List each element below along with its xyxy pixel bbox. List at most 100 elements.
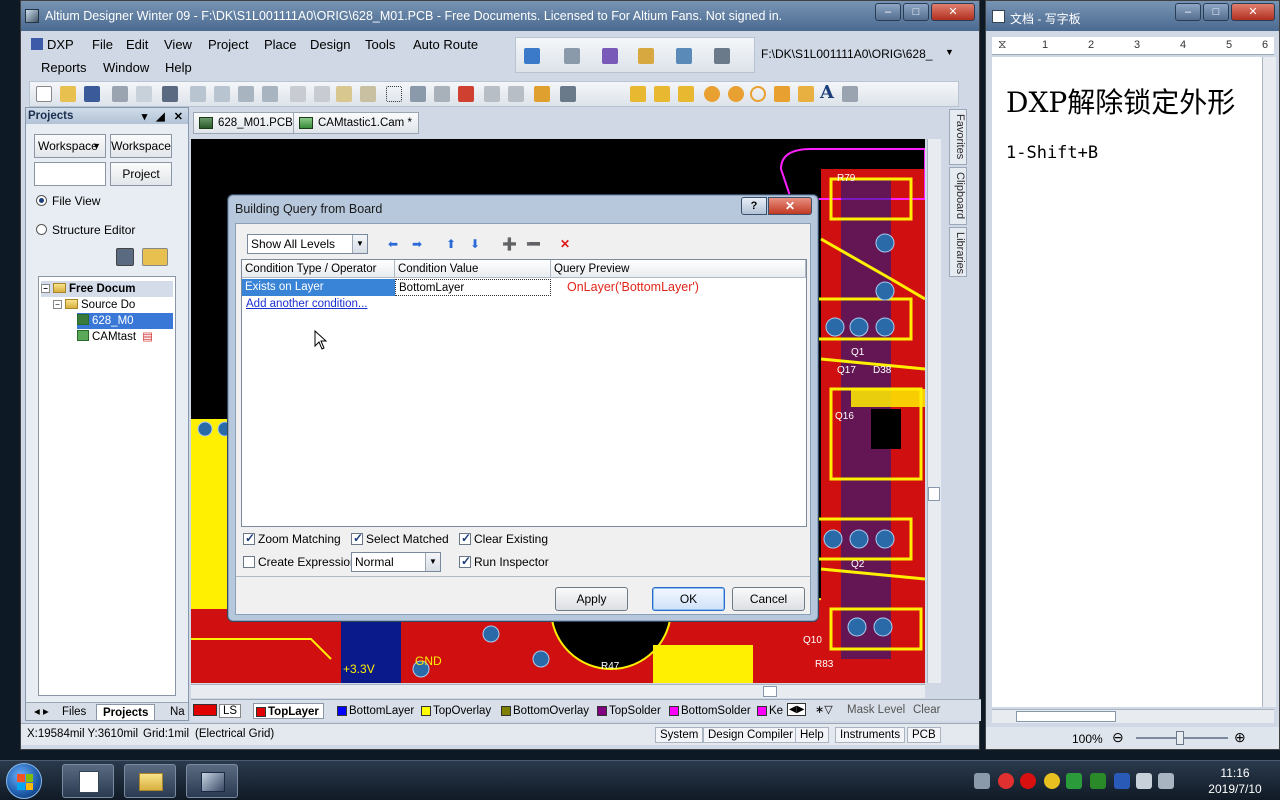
apply-button[interactable]: Apply [555, 587, 628, 611]
minimize-button[interactable]: – [875, 3, 901, 21]
bluetooth-icon[interactable] [1114, 773, 1130, 789]
tab-projects[interactable]: Projects [96, 704, 156, 720]
panel-system[interactable]: System [655, 727, 704, 743]
menu-view[interactable]: View [164, 37, 192, 52]
record-icon[interactable] [998, 773, 1014, 789]
stop-icon[interactable] [1020, 773, 1036, 789]
zoom-filtered-icon[interactable] [262, 86, 278, 102]
wordpad-ruler[interactable]: ⧖ 1 2 3 4 5 6 [992, 37, 1274, 55]
wordpad-titlebar[interactable]: 文档 - 写字板 – □ ✕ [986, 1, 1279, 31]
rubber-stamp-icon[interactable] [360, 86, 376, 102]
clear-existing-checkbox[interactable]: Clear Existing [459, 531, 548, 546]
save-icon[interactable] [84, 86, 100, 102]
doc-tab-pcb[interactable]: 628_M01.PCB [193, 112, 300, 134]
preview-icon[interactable] [136, 86, 152, 102]
zoom-matching-checkbox[interactable]: Zoom Matching [243, 531, 341, 546]
create-expression-checkbox[interactable]: Create Expression [243, 555, 357, 569]
tab-favorites[interactable]: Favorites [949, 109, 967, 165]
menu-dxp[interactable]: DXP [31, 37, 74, 52]
altium-titlebar[interactable]: Altium Designer Winter 09 - F:\DK\S1L001… [21, 1, 979, 31]
panel-header-buttons[interactable]: ▾ ◢ ✕ [142, 109, 186, 125]
layer-tab-toplayer[interactable]: TopLayer [253, 703, 324, 719]
path-dropdown-icon[interactable]: ▼ [945, 47, 954, 57]
panel-nav-arrows[interactable]: ◂ ▸ [28, 704, 55, 720]
wordpad-vertical-scrollbar[interactable] [1262, 57, 1276, 707]
paste-icon[interactable] [336, 86, 352, 102]
tab-libraries[interactable]: Libraries [949, 227, 967, 277]
tree-item-pcb-file[interactable]: 628_M0 [77, 313, 173, 329]
network-icon[interactable] [1158, 773, 1174, 789]
panel-design-compiler[interactable]: Design Compiler [703, 727, 799, 743]
mask-level-button[interactable]: Mask Level [847, 704, 905, 716]
layer-tab-topsolder[interactable]: TopSolder [595, 703, 661, 719]
hscroll-thumb[interactable] [763, 686, 777, 697]
zoom-selected-icon[interactable] [238, 86, 254, 102]
condition-value-cell[interactable]: BottomLayer [395, 279, 551, 296]
layer-tab-bottomoverlay[interactable]: BottomOverlay [499, 703, 589, 719]
file-view-radio[interactable]: File View [36, 194, 100, 208]
via-icon[interactable] [728, 86, 744, 102]
wordpad-horizontal-scrollbar[interactable] [992, 709, 1274, 723]
clear-mask-button[interactable]: Clear [913, 704, 940, 716]
tab-clipboard[interactable]: Clipboard [949, 167, 967, 225]
keyboard-icon[interactable] [974, 773, 990, 789]
document-path-combo[interactable]: F:\DK\S1L001111A0\ORIG\628_ [761, 47, 932, 61]
menu-file[interactable]: File [92, 37, 113, 52]
open-project-icon[interactable] [162, 86, 178, 102]
layer-tab-keepout[interactable]: Ke [755, 703, 783, 719]
workspace-button[interactable]: Workspace [110, 134, 172, 158]
wordpad-document[interactable]: DXP解除锁定外形 1-Shift+B [992, 57, 1262, 707]
nvidia-icon[interactable] [1090, 773, 1106, 789]
redo-icon[interactable] [508, 86, 524, 102]
show-levels-combo[interactable]: Show All Levels ▼ [247, 234, 368, 254]
layer-tab-bottomlayer[interactable]: BottomLayer [335, 703, 414, 719]
tab-navigator[interactable]: Na [164, 704, 191, 720]
add-condition-link[interactable]: Add another condition... [246, 298, 367, 310]
pcb-vertical-scrollbar[interactable] [927, 139, 941, 683]
zoom-in-icon[interactable]: ⊕ [1234, 729, 1246, 746]
start-button[interactable] [6, 763, 42, 799]
condition-type-cell[interactable]: Exists on Layer [242, 279, 395, 296]
menu-window[interactable]: Window [103, 60, 149, 75]
chart-icon[interactable] [524, 48, 540, 64]
dialog-help-button[interactable]: ? [741, 197, 767, 215]
project-combo[interactable] [34, 162, 106, 186]
new-icon[interactable] [36, 86, 52, 102]
component-icon[interactable] [842, 86, 858, 102]
project-button[interactable]: Project [110, 162, 172, 186]
tree-item-cam-file[interactable]: CAMtast ▤ [77, 329, 153, 345]
pad-icon[interactable] [704, 86, 720, 102]
column-condition-type[interactable]: Condition Type / Operator [242, 260, 395, 278]
select-area-icon[interactable] [386, 86, 402, 102]
layer-tab-topoverlay[interactable]: TopOverlay [419, 703, 491, 719]
cancel-button[interactable]: Cancel [732, 587, 805, 611]
layers-icon[interactable] [564, 48, 580, 64]
arrow-left-icon[interactable]: ⬅ [386, 237, 400, 251]
string-icon[interactable]: A [820, 84, 836, 102]
fill-icon[interactable] [774, 86, 790, 102]
tree-item-free-documents[interactable]: − Free Docum [41, 281, 173, 297]
maximize-button[interactable]: □ [903, 3, 929, 21]
structure-editor-radio[interactable]: Structure Editor [36, 223, 135, 237]
wordpad-hscroll-thumb[interactable] [1016, 711, 1116, 722]
open-icon[interactable] [60, 86, 76, 102]
add-condition-icon[interactable]: ➕ [502, 237, 517, 251]
zoom-out-icon[interactable]: ⊖ [1112, 729, 1124, 746]
layer-menu-icon[interactable]: ∗▽ [815, 703, 833, 716]
zoom-slider-thumb[interactable] [1176, 731, 1184, 745]
diff-pair-icon[interactable] [654, 86, 670, 102]
menu-help[interactable]: Help [165, 60, 192, 75]
clear-icon[interactable] [458, 86, 474, 102]
menu-place[interactable]: Place [264, 37, 297, 52]
interactive-route-icon[interactable] [630, 86, 646, 102]
column-query-preview[interactable]: Query Preview [551, 260, 806, 278]
run-inspector-checkbox[interactable]: Run Inspector [459, 554, 549, 569]
taskbar-explorer[interactable] [124, 764, 176, 798]
copy-icon[interactable] [314, 86, 330, 102]
workspace-combo[interactable]: Workspace ▼ [34, 134, 106, 158]
layer-set-ls[interactable]: LS [193, 703, 242, 719]
delete-icon[interactable]: ✕ [558, 237, 572, 251]
layer-tab-bottomsolder[interactable]: BottomSolder [667, 703, 751, 719]
zoom-fit-icon[interactable] [190, 86, 206, 102]
menu-auto-route[interactable]: Auto Route [413, 37, 478, 52]
